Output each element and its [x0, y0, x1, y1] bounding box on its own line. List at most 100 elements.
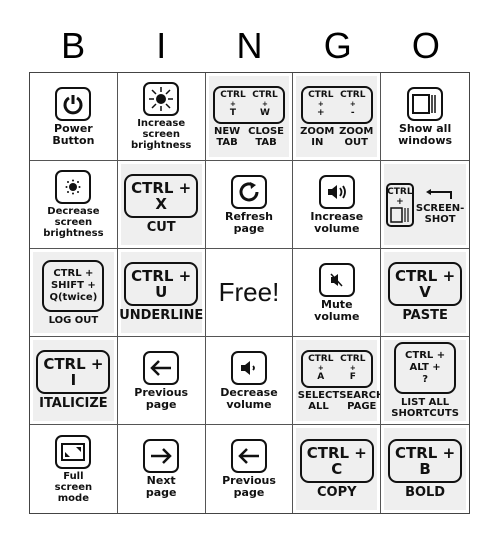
keyboard-key-pair: CTRL + T CTRL + W [212, 85, 285, 124]
bingo-square[interactable]: Show all windows [381, 73, 469, 161]
keyboard-key: CTRL + ALT +? [394, 342, 457, 394]
bingo-square[interactable]: CTRL + SHIFT + Q(twice) LOG OUT [30, 249, 118, 337]
square-content: Previous page [121, 340, 202, 421]
square-label: COPY [317, 484, 357, 500]
bingo-square[interactable]: Full screen mode [30, 425, 118, 513]
pair-labels: SELECT ALL SEARCH PAGE [297, 389, 380, 412]
square-label: Previous page [134, 385, 189, 411]
bingo-square[interactable]: Increase screen brightness [117, 73, 206, 161]
bingo-square[interactable]: CTRL + A CTRL + F SELECT ALL SEARCH PAGE [293, 337, 382, 425]
keyboard-key: CTRL + V [388, 262, 463, 306]
square-content: CTRL + + CTRL + - ZOOM IN ZOOM OUT [296, 76, 378, 157]
keyboard-key: CTRL + C [299, 438, 374, 483]
square-content: CTRL + V PASTE [384, 252, 466, 333]
mute-icon [328, 271, 346, 289]
bingo-square[interactable]: Power Button [30, 73, 118, 161]
square-label: CLOSE TAB [248, 125, 285, 148]
bingo-square[interactable]: Increase volume [293, 161, 382, 249]
square-label: CUT [146, 220, 176, 235]
bingo-square[interactable]: Mute volume [293, 249, 382, 337]
header-letter: N [236, 25, 263, 66]
bingo-square[interactable]: CTRL + V PASTE [381, 249, 469, 337]
key-letter: V [419, 283, 431, 301]
bingo-square[interactable]: CTRL + I ITALICIZE [30, 337, 118, 425]
key-letter: W [260, 107, 270, 118]
square-label: SELECT ALL [297, 389, 340, 412]
bent-arrow-icon [425, 184, 455, 203]
bingo-square[interactable]: Previous page [205, 425, 294, 513]
key-modifier: CTRL [308, 353, 334, 364]
square-label: Show all windows [398, 121, 453, 147]
bingo-square[interactable]: CTRL + U UNDERLINE [117, 249, 206, 337]
bingo-square[interactable]: Refresh page [205, 161, 294, 249]
square-label: LOG OUT [48, 314, 99, 326]
icon-key [407, 86, 444, 121]
square-content: Next page [121, 428, 202, 510]
square-label: Increase screen brightness [131, 118, 192, 151]
square-label: LIST ALL SHORTCUTS [391, 397, 459, 419]
bingo-square[interactable]: Decrease volume [205, 337, 294, 425]
square-content: Full screen mode [33, 428, 114, 510]
key-combo: CTRL + + [308, 90, 333, 122]
key-letter: A [317, 371, 325, 382]
key-separator: + [317, 363, 324, 372]
square-content: CTRL + A CTRL + F SELECT ALL SEARCH PAGE [296, 340, 380, 421]
key-modifier: CTRL [220, 89, 246, 100]
square-label: Increase volume [310, 209, 364, 235]
square-content: Decrease volume [209, 340, 290, 421]
square-content: CTRL + SCREEN- SHOT [384, 164, 466, 245]
key-letter: F [349, 371, 356, 382]
keyboard-key: CTRL + [385, 182, 414, 227]
icon-key [55, 434, 92, 469]
pair-labels: NEW TAB CLOSE TAB [210, 126, 288, 148]
bingo-square[interactable]: CTRL + B BOLD [381, 425, 469, 513]
bingo-square[interactable]: CTRL + X CUT [117, 161, 206, 249]
square-content: Increase volume [296, 164, 377, 245]
brightness-up-icon [148, 86, 174, 112]
square-label: Full screen mode [54, 470, 93, 504]
bingo-square[interactable]: Previous page [117, 337, 206, 425]
bingo-square[interactable]: CTRL + SCREEN- SHOT [381, 161, 469, 249]
power-icon [62, 93, 84, 115]
key-modifier: CTRL + [395, 267, 456, 285]
bingo-square[interactable]: Decrease screen brightness [30, 161, 118, 249]
bingo-header: B I N G O [29, 20, 470, 72]
brightness-down-icon [65, 179, 81, 195]
bingo-square[interactable]: Next page [117, 425, 206, 513]
bingo-square[interactable]: CTRL + + CTRL + - ZOOM IN ZOOM OUT [293, 73, 382, 161]
key-modifier: CTRL [340, 89, 366, 100]
key-modifier: CTRL + [131, 179, 192, 197]
key-line: Q(twice) [49, 291, 98, 303]
square-content: CTRL + ALT +? LIST ALL SHORTCUTS [384, 340, 466, 421]
bingo-square[interactable]: Free! [205, 249, 294, 337]
keyboard-key: CTRL + B [388, 438, 463, 483]
arrow-left-icon [237, 447, 261, 465]
bingo-square[interactable]: CTRL + T CTRL + W NEW TAB CLOSE TAB [205, 73, 294, 161]
square-label: Next page [145, 474, 177, 499]
square-label: Power Button [52, 121, 95, 147]
key-modifier: CTRL + [395, 443, 456, 462]
key-line: ? [422, 374, 428, 385]
bingo-square[interactable]: CTRL + C COPY [293, 425, 382, 513]
icon-key [230, 174, 267, 209]
header-letter: G [323, 25, 352, 66]
key-separator: + [262, 99, 268, 108]
square-content: Decrease screen brightness [33, 164, 114, 245]
volume-down-icon [239, 359, 259, 377]
key-letter: X [155, 195, 167, 213]
square-label: BOLD [405, 484, 446, 500]
key-separator: + [349, 363, 356, 372]
show-windows-icon [411, 93, 439, 115]
free-space: Free! [218, 277, 280, 307]
key-line: CTRL + [405, 350, 446, 361]
key-separator: + [396, 196, 404, 207]
bingo-square[interactable]: CTRL + ALT +? LIST ALL SHORTCUTS [381, 337, 469, 425]
key-separator: + [230, 99, 236, 108]
square-content: Power Button [33, 76, 114, 157]
square-label: UNDERLINE [119, 308, 204, 323]
key-modifier: CTRL [340, 353, 366, 364]
refresh-icon [238, 181, 260, 203]
icon-key [55, 170, 92, 204]
square-label: Previous page [222, 474, 276, 499]
square-content: CTRL + T CTRL + W NEW TAB CLOSE TAB [208, 76, 290, 157]
